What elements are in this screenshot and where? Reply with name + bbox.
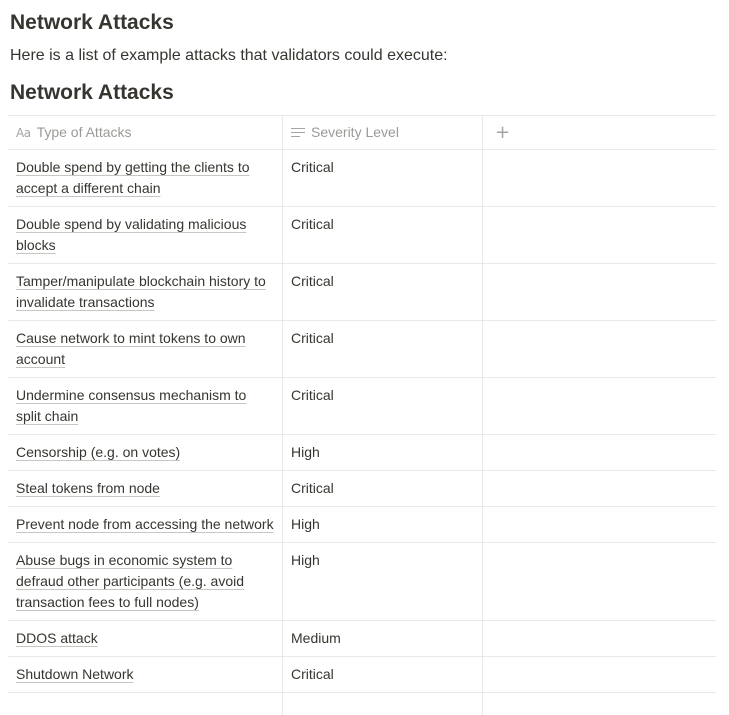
attack-type-label[interactable]: Prevent node from accessing the network: [16, 516, 274, 532]
table-row[interactable]: Double spend by validating malicious blo…: [8, 207, 716, 264]
empty-cell[interactable]: [8, 693, 283, 715]
attack-type-label[interactable]: Double spend by getting the clients to a…: [16, 159, 250, 196]
text-lines-icon: [291, 127, 305, 139]
attack-type-cell[interactable]: Censorship (e.g. on votes): [8, 435, 283, 470]
empty-cell[interactable]: [483, 378, 716, 434]
severity-value: High: [291, 444, 320, 460]
table-row[interactable]: Cause network to mint tokens to own acco…: [8, 321, 716, 378]
empty-cell[interactable]: [483, 507, 716, 542]
column-header-type-of-attacks[interactable]: Aa Type of Attacks: [8, 116, 283, 149]
severity-value: Critical: [291, 159, 334, 175]
table-row[interactable]: Undermine consensus mechanism to split c…: [8, 378, 716, 435]
attack-type-cell[interactable]: Double spend by validating malicious blo…: [8, 207, 283, 263]
severity-value: Critical: [291, 216, 334, 232]
severity-cell[interactable]: Critical: [283, 207, 483, 263]
severity-cell[interactable]: Critical: [283, 264, 483, 320]
severity-value: Critical: [291, 666, 334, 682]
attack-type-cell[interactable]: Double spend by getting the clients to a…: [8, 150, 283, 206]
empty-cell[interactable]: [483, 657, 716, 692]
table-row[interactable]: Prevent node from accessing the network H…: [8, 507, 716, 543]
empty-cell[interactable]: [483, 471, 716, 506]
attack-type-label[interactable]: Tamper/manipulate blockchain history to …: [16, 273, 266, 310]
severity-value: Critical: [291, 387, 334, 403]
empty-cell[interactable]: [483, 321, 716, 377]
empty-cell[interactable]: [483, 207, 716, 263]
table-body: Double spend by getting the clients to a…: [8, 150, 716, 693]
empty-cell[interactable]: [483, 543, 716, 620]
severity-cell[interactable]: Critical: [283, 150, 483, 206]
empty-cell[interactable]: [483, 693, 716, 715]
plus-icon: +: [495, 122, 511, 143]
empty-cell[interactable]: [483, 621, 716, 656]
severity-value: Critical: [291, 330, 334, 346]
column-header-label: Severity Level: [311, 124, 399, 140]
attack-type-cell[interactable]: Prevent node from accessing the network: [8, 507, 283, 542]
intro-paragraph: Here is a list of example attacks that v…: [10, 47, 448, 64]
empty-table-row[interactable]: [8, 693, 716, 715]
page: Network Attacks Here is a list of exampl…: [0, 0, 729, 715]
severity-cell[interactable]: Critical: [283, 378, 483, 434]
attack-type-label[interactable]: Cause network to mint tokens to own acco…: [16, 330, 246, 367]
attack-type-cell[interactable]: Tamper/manipulate blockchain history to …: [8, 264, 283, 320]
attack-type-cell[interactable]: Steal tokens from node: [8, 471, 283, 506]
severity-cell[interactable]: Critical: [283, 321, 483, 377]
table-header-row: Aa Type of Attacks Severity Level +: [8, 116, 716, 150]
add-property-button[interactable]: +: [483, 116, 716, 149]
attack-type-cell[interactable]: Cause network to mint tokens to own acco…: [8, 321, 283, 377]
empty-cell[interactable]: [283, 693, 483, 715]
severity-value: Critical: [291, 273, 334, 289]
severity-cell[interactable]: Critical: [283, 471, 483, 506]
page-heading: Network Attacks: [10, 11, 174, 34]
database-table: Aa Type of Attacks Severity Level + Doub…: [8, 115, 716, 715]
attack-type-label[interactable]: Undermine consensus mechanism to split c…: [16, 387, 246, 424]
severity-cell[interactable]: High: [283, 435, 483, 470]
table-row[interactable]: Tamper/manipulate blockchain history to …: [8, 264, 716, 321]
severity-cell[interactable]: High: [283, 543, 483, 620]
column-header-label: Type of Attacks: [36, 124, 132, 140]
severity-cell[interactable]: Medium: [283, 621, 483, 656]
attack-type-cell[interactable]: DDOS attack: [8, 621, 283, 656]
attack-type-label[interactable]: Abuse bugs in economic system to defraud…: [16, 552, 244, 610]
severity-value: Critical: [291, 480, 334, 496]
empty-cell[interactable]: [483, 150, 716, 206]
table-row[interactable]: Double spend by getting the clients to a…: [8, 150, 716, 207]
empty-cell[interactable]: [483, 264, 716, 320]
attack-type-label[interactable]: Censorship (e.g. on votes): [16, 444, 180, 460]
table-row[interactable]: Censorship (e.g. on votes) High: [8, 435, 716, 471]
table-row[interactable]: Steal tokens from node Critical: [8, 471, 716, 507]
attack-type-cell[interactable]: Undermine consensus mechanism to split c…: [8, 378, 283, 434]
attack-type-label[interactable]: Steal tokens from node: [16, 480, 160, 496]
attack-type-label[interactable]: Double spend by validating malicious blo…: [16, 216, 246, 253]
attack-type-label[interactable]: DDOS attack: [16, 630, 98, 646]
severity-cell[interactable]: High: [283, 507, 483, 542]
title-aa-icon: Aa: [16, 125, 31, 140]
empty-cell[interactable]: [483, 435, 716, 470]
table-row[interactable]: DDOS attack Medium: [8, 621, 716, 657]
severity-value: Medium: [291, 630, 341, 646]
table-row[interactable]: Shutdown Network Critical: [8, 657, 716, 693]
attack-type-cell[interactable]: Abuse bugs in economic system to defraud…: [8, 543, 283, 620]
severity-value: High: [291, 516, 320, 532]
database-title[interactable]: Network Attacks: [10, 79, 174, 107]
attack-type-cell[interactable]: Shutdown Network: [8, 657, 283, 692]
attack-type-label[interactable]: Shutdown Network: [16, 666, 134, 682]
severity-cell[interactable]: Critical: [283, 657, 483, 692]
table-row[interactable]: Abuse bugs in economic system to defraud…: [8, 543, 716, 621]
severity-value: High: [291, 552, 320, 568]
column-header-severity-level[interactable]: Severity Level: [283, 116, 483, 149]
